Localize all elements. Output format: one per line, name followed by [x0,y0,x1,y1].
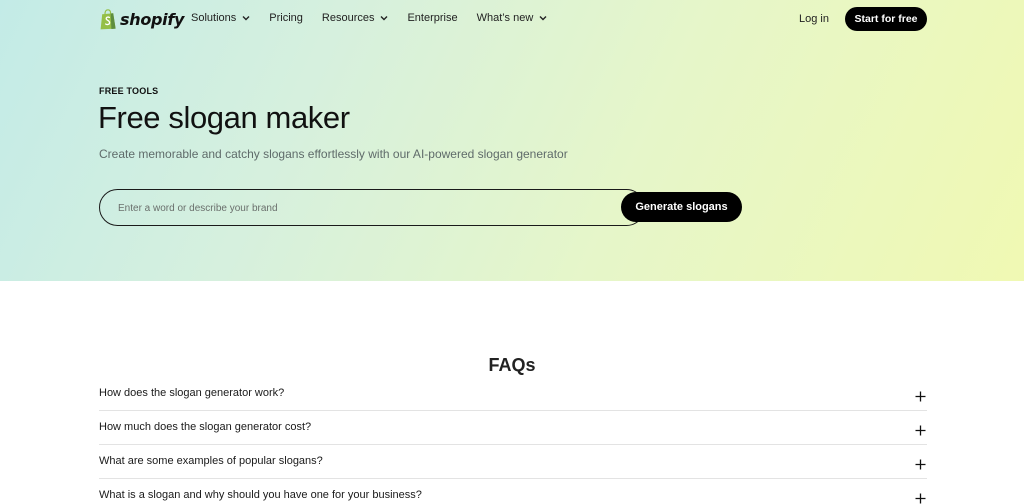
plus-icon[interactable] [915,459,926,470]
hero-section [0,0,1024,281]
brand-description-input[interactable] [118,200,498,216]
nav-item-label: Solutions [191,12,237,24]
nav-item-label: What’s new [476,12,534,24]
nav-item-label: Resources [321,12,375,24]
nav-item-enterprise[interactable]: Enterprise [407,12,457,24]
faq-item[interactable]: How much does the slogan generator cost? [99,411,927,445]
faq-item[interactable]: What is a slogan and why should you have… [99,479,927,504]
shopify-wordmark: shopify [120,9,185,29]
main-nav: Solutions Pricing Resources Enterprise W… [191,12,566,24]
plus-icon[interactable] [915,391,926,402]
faq-question: How much does the slogan generator cost? [99,421,312,433]
faq-item[interactable]: How does the slogan generator work? [99,377,927,411]
start-for-free-button[interactable]: Start for free [845,7,927,31]
faq-heading: FAQs [488,355,536,375]
nav-item-label: Enterprise [407,12,458,24]
slogan-search-form: Generate slogans [99,189,742,226]
generate-slogans-button[interactable]: Generate slogans [621,192,742,222]
nav-item-whats-new[interactable]: What’s new [477,12,548,24]
faq-question: How does the slogan generator work? [99,387,285,399]
chevron-down-icon [539,16,547,21]
nav-item-solutions[interactable]: Solutions [191,12,250,24]
shopify-bag-icon [100,8,116,29]
nav-item-pricing[interactable]: Pricing [269,12,303,24]
shopify-logo[interactable]: shopify [99,8,184,30]
faq-question: What is a slogan and why should you have… [99,489,422,501]
plus-icon[interactable] [915,493,926,504]
faq-list: How does the slogan generator work? How … [99,377,927,504]
faq-question: What are some examples of popular slogan… [99,455,323,467]
nav-item-label: Pricing [269,12,303,24]
faq-item[interactable]: What are some examples of popular slogan… [99,445,927,479]
page-title: Free slogan maker [98,100,350,135]
nav-item-resources[interactable]: Resources [322,12,389,24]
plus-icon[interactable] [915,425,926,436]
login-link[interactable]: Log in [799,13,829,25]
chevron-down-icon [380,16,388,21]
top-navigation-bar: shopify Solutions Pricing Resources Ente… [0,0,1024,38]
chevron-down-icon [242,16,250,21]
page-subtitle: Create memorable and catchy slogans effo… [99,147,568,161]
eyebrow-label: FREE TOOLS [99,86,159,96]
